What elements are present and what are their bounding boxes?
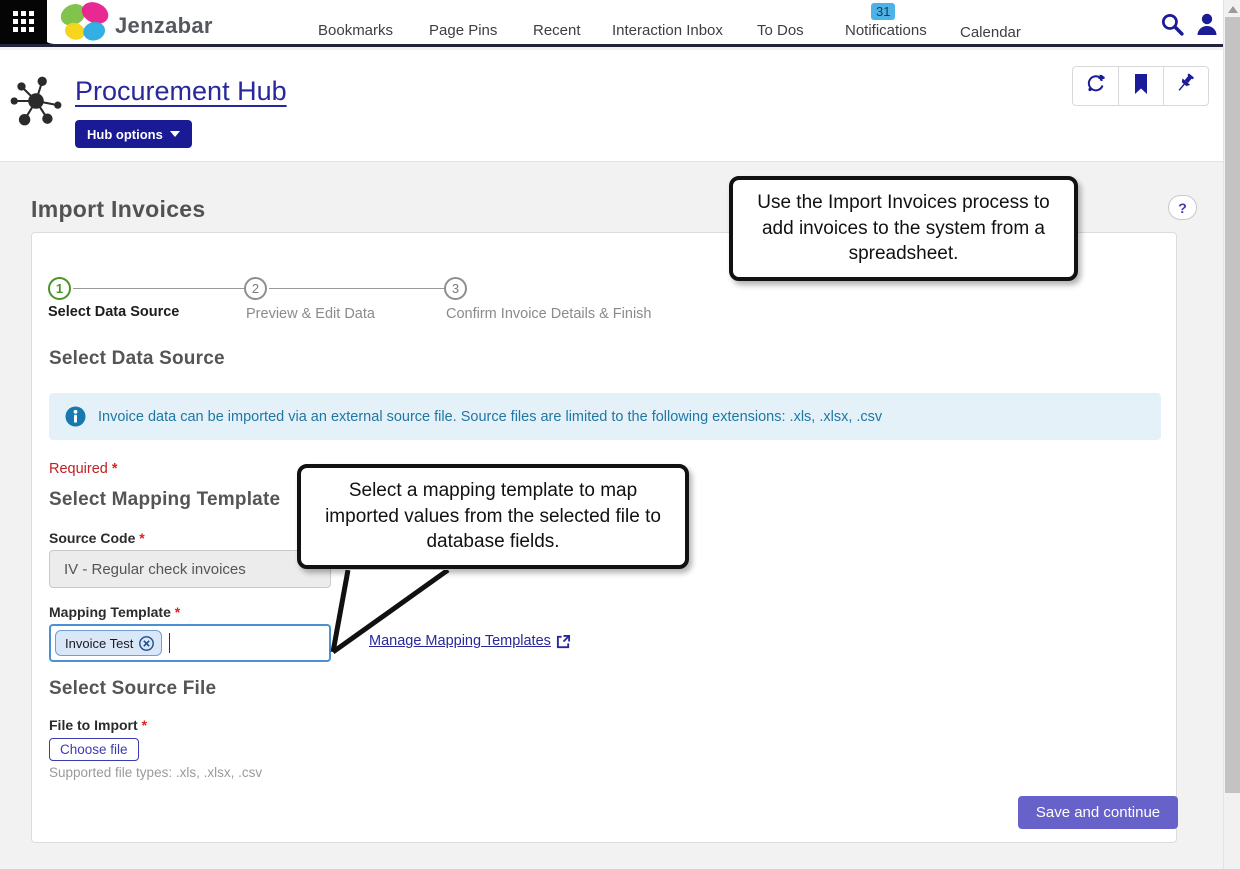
nav-item-calendar[interactable]: Calendar	[960, 24, 1021, 41]
pin-button[interactable]	[1163, 67, 1208, 105]
external-link-icon	[556, 634, 571, 649]
step-2-number: 2	[251, 281, 260, 296]
step-1-number: 1	[55, 281, 64, 296]
select-mapping-template-heading: Select Mapping Template	[49, 489, 281, 510]
source-code-label: Source Code *	[49, 530, 145, 546]
wizard-step-2-label: Preview & Edit Data	[246, 306, 375, 322]
sync-add-icon	[1084, 72, 1108, 101]
source-code-value: IV - Regular check invoices	[64, 560, 246, 578]
hub-action-buttons	[1072, 66, 1209, 106]
bookmark-icon	[1131, 73, 1151, 100]
source-code-field: IV - Regular check invoices	[49, 550, 331, 588]
nav-item-bookmarks[interactable]: Bookmarks	[318, 22, 393, 39]
mapping-template-label: Mapping Template *	[49, 604, 180, 620]
nav-item-page-pins[interactable]: Page Pins	[429, 22, 497, 39]
mapping-template-input[interactable]: Invoice Test	[49, 624, 331, 662]
application-window: Jenzabar Bookmarks Page Pins Recent Inte…	[0, 0, 1240, 869]
brand-name: Jenzabar	[115, 12, 213, 38]
file-to-import-asterisk: *	[141, 717, 148, 733]
chip-remove-icon[interactable]	[139, 635, 155, 651]
pin-icon	[1174, 72, 1198, 101]
wizard-connector	[73, 288, 244, 289]
mapping-template-tooltip: Select a mapping template to map importe…	[297, 464, 689, 569]
scrollbar-up-arrow[interactable]	[1228, 6, 1238, 13]
select-source-file-heading: Select Source File	[49, 678, 217, 699]
hub-title-link[interactable]: Procurement Hub	[75, 76, 287, 107]
info-icon	[65, 406, 86, 427]
mapping-template-asterisk: *	[174, 604, 181, 620]
butterfly-logo-icon	[57, 1, 113, 50]
search-icon[interactable]	[1160, 12, 1185, 42]
help-button[interactable]: ?	[1168, 195, 1197, 220]
user-icon[interactable]	[1196, 13, 1218, 41]
top-navigation-bar: Jenzabar Bookmarks Page Pins Recent Inte…	[0, 0, 1223, 47]
required-note: Required *	[49, 461, 118, 477]
nav-item-interaction-inbox[interactable]: Interaction Inbox	[612, 22, 723, 39]
source-code-asterisk: *	[139, 530, 145, 546]
hub-header: Procurement Hub Hub options	[0, 50, 1223, 162]
nav-item-to-dos[interactable]: To Dos	[757, 22, 804, 39]
wizard-step-1-label: Select Data Source	[48, 304, 180, 320]
sync-add-button[interactable]	[1073, 67, 1118, 105]
info-banner-text: Invoice data can be imported via an exte…	[98, 408, 883, 425]
chip-label: Invoice Test	[65, 635, 134, 651]
notifications-count-badge[interactable]: 31	[871, 3, 896, 20]
file-to-import-label-text: File to Import	[49, 717, 138, 733]
wizard-step-2-circle: 2	[244, 277, 267, 300]
vertical-scrollbar[interactable]	[1223, 0, 1240, 869]
app-launcher-icon	[13, 11, 34, 32]
bookmark-button[interactable]	[1118, 67, 1163, 105]
step-3-number: 3	[451, 281, 460, 296]
app-launcher-button[interactable]	[0, 0, 47, 44]
tooltip-tail	[330, 570, 450, 655]
nav-item-recent[interactable]: Recent	[533, 22, 581, 39]
jenzabar-logo[interactable]: Jenzabar	[57, 1, 213, 50]
save-and-continue-button[interactable]: Save and continue	[1018, 796, 1178, 829]
wizard-connector	[269, 288, 444, 289]
nav-item-notifications[interactable]: Notifications	[845, 22, 927, 39]
wizard-step-3-label: Confirm Invoice Details & Finish	[446, 306, 652, 322]
wizard-step-3-circle: 3	[444, 277, 467, 300]
hub-network-icon	[8, 73, 64, 134]
caret-down-icon	[169, 131, 180, 137]
wizard-step-1-circle: 1	[48, 277, 71, 300]
mapping-template-label-text: Mapping Template	[49, 604, 171, 620]
supported-file-types-text: Supported file types: .xls, .xlsx, .csv	[49, 765, 263, 780]
required-asterisk: *	[111, 461, 118, 477]
import-invoices-tooltip: Use the Import Invoices process to add i…	[729, 176, 1078, 281]
text-cursor	[169, 633, 171, 653]
required-label: Required	[49, 461, 108, 477]
mapping-template-chip: Invoice Test	[55, 630, 163, 656]
hub-options-label: Hub options	[87, 126, 163, 142]
file-to-import-label: File to Import *	[49, 717, 147, 733]
choose-file-button[interactable]: Choose file	[49, 738, 139, 761]
select-data-source-heading: Select Data Source	[49, 348, 225, 369]
page-title: Import Invoices	[31, 196, 206, 222]
source-code-label-text: Source Code	[49, 530, 136, 546]
scrollbar-thumb[interactable]	[1225, 17, 1240, 793]
hub-options-button[interactable]: Hub options	[75, 120, 192, 148]
info-banner: Invoice data can be imported via an exte…	[49, 393, 1161, 440]
